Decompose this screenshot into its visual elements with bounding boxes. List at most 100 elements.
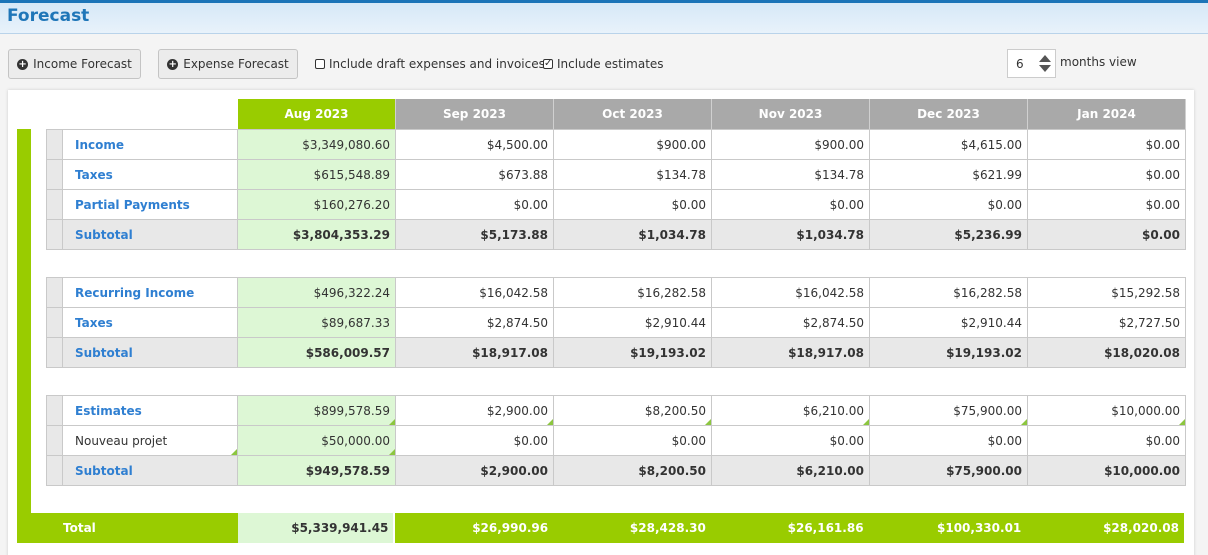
estimates-table: Estimates $899,578.59 $2,900.00 $8,200.50 $6… xyxy=(46,395,1186,486)
row-label[interactable]: Subtotal xyxy=(62,337,238,368)
value-cell: $949,578.59 xyxy=(237,455,396,486)
table-row: Nouveau projet $50,000.00 $0.00 $0.00 $0.00 $… xyxy=(46,425,1186,456)
column-header: Aug 2023 xyxy=(238,99,396,129)
drag-handle[interactable] xyxy=(46,277,63,308)
value-cell: $0.00 xyxy=(553,425,712,456)
drag-handle[interactable] xyxy=(46,307,63,338)
row-label[interactable]: Estimates xyxy=(62,395,238,426)
income-table: Income $3,349,080.60 $4,500.00 $900.00 $900.… xyxy=(46,129,1186,250)
include-drafts-checkbox[interactable]: Include draft expenses and invoices xyxy=(315,57,545,71)
months-view-label: months view xyxy=(1060,55,1137,69)
value-cell: $0.00 xyxy=(869,425,1028,456)
value-cell: $16,042.58 xyxy=(711,277,870,308)
value-cell: $0.00 xyxy=(711,425,870,456)
plus-circle-icon: + xyxy=(17,58,29,70)
value-cell: $10,000.00 xyxy=(1027,395,1186,426)
value-cell: $6,210.00 xyxy=(711,395,870,426)
value-cell: $2,900.00 xyxy=(395,395,554,426)
drag-handle[interactable] xyxy=(46,455,63,486)
value-cell: $160,276.20 xyxy=(237,189,396,220)
drag-handle[interactable] xyxy=(46,159,63,190)
checkbox-unchecked-icon[interactable] xyxy=(315,59,325,69)
drag-handle[interactable] xyxy=(46,395,63,426)
value-cell: $8,200.50 xyxy=(553,455,712,486)
subtotal-row: Subtotal $586,009.57 $18,917.08 $19,193.02 $… xyxy=(46,337,1186,368)
row-label[interactable]: Partial Payments xyxy=(62,189,238,220)
drag-handle[interactable] xyxy=(46,219,63,250)
plus-circle-icon: + xyxy=(167,58,179,70)
total-value: $100,330.01 xyxy=(937,521,1022,535)
drag-handle[interactable] xyxy=(46,189,63,220)
group-indicator-bar xyxy=(17,129,31,514)
value-cell: $18,917.08 xyxy=(395,337,554,368)
expense-forecast-button[interactable]: + Expense Forecast xyxy=(158,49,298,79)
checkbox-checked-icon[interactable]: ✓ xyxy=(543,59,553,69)
column-header: Dec 2023 xyxy=(870,99,1028,129)
column-header: Sep 2023 xyxy=(396,99,554,129)
value-cell: $75,900.00 xyxy=(869,455,1028,486)
value-cell: $0.00 xyxy=(395,425,554,456)
total-value: $26,990.96 xyxy=(472,521,549,535)
value-cell: $134.78 xyxy=(553,159,712,190)
value-cell: $5,173.88 xyxy=(395,219,554,250)
table-row: Recurring Income $496,322.24 $16,042.58 $16… xyxy=(46,277,1186,308)
value-cell: $0.00 xyxy=(395,189,554,220)
value-cell: $4,615.00 xyxy=(869,129,1028,160)
value-cell: $0.00 xyxy=(1027,159,1186,190)
value-cell: $2,874.50 xyxy=(395,307,554,338)
month-header-row: Aug 2023 Sep 2023 Oct 2023 Nov 2023 Dec … xyxy=(238,99,1186,129)
include-estimates-checkbox[interactable]: ✓ Include estimates xyxy=(543,57,664,71)
total-value: $5,339,941.45 xyxy=(237,513,396,543)
total-value: $28,020.08 xyxy=(1103,521,1179,535)
value-cell: $615,548.89 xyxy=(237,159,396,190)
months-stepper[interactable]: 6 xyxy=(1007,49,1056,78)
value-cell: $0.00 xyxy=(1027,425,1186,456)
page-title: Forecast xyxy=(7,6,90,26)
toolbar: + Income Forecast + Expense Forecast Inc… xyxy=(0,35,1208,90)
value-cell: $15,292.58 xyxy=(1027,277,1186,308)
row-label[interactable]: Subtotal xyxy=(62,455,238,486)
stepper-arrows-icon[interactable] xyxy=(1039,55,1051,73)
recurring-income-table: Recurring Income $496,322.24 $16,042.58 $16… xyxy=(46,277,1186,368)
months-value[interactable]: 6 xyxy=(1016,57,1024,71)
value-cell: $673.88 xyxy=(395,159,554,190)
drag-handle[interactable] xyxy=(46,425,63,456)
value-cell: $0.00 xyxy=(553,189,712,220)
table-row: Estimates $899,578.59 $2,900.00 $8,200.50 $6… xyxy=(46,395,1186,426)
subtotal-row: Subtotal $3,804,353.29 $5,173.88 $1,034.78 $… xyxy=(46,219,1186,250)
value-cell: $2,910.44 xyxy=(553,307,712,338)
value-cell: $0.00 xyxy=(1027,129,1186,160)
value-cell: $0.00 xyxy=(711,189,870,220)
value-cell: $5,236.99 xyxy=(869,219,1028,250)
value-cell: $1,034.78 xyxy=(711,219,870,250)
row-label[interactable]: Recurring Income xyxy=(62,277,238,308)
value-cell: $3,804,353.29 xyxy=(237,219,396,250)
row-label[interactable]: Taxes xyxy=(62,307,238,338)
value-cell: $19,193.02 xyxy=(553,337,712,368)
value-cell: $1,034.78 xyxy=(553,219,712,250)
row-label[interactable]: Income xyxy=(62,129,238,160)
value-cell: $3,349,080.60 xyxy=(237,129,396,160)
value-cell: $8,200.50 xyxy=(553,395,712,426)
value-cell: $16,042.58 xyxy=(395,277,554,308)
income-forecast-button[interactable]: + Income Forecast xyxy=(8,49,141,79)
row-label[interactable]: Taxes xyxy=(62,159,238,190)
drag-handle[interactable] xyxy=(46,129,63,160)
drag-handle[interactable] xyxy=(46,337,63,368)
total-row: Total $5,339,941.45 $26,990.96 $28,428.3… xyxy=(17,513,1184,543)
column-header: Jan 2024 xyxy=(1028,99,1186,129)
include-drafts-label: Include draft expenses and invoices xyxy=(329,57,545,71)
value-cell: $16,282.58 xyxy=(553,277,712,308)
value-cell: $0.00 xyxy=(1027,219,1186,250)
row-label[interactable]: Subtotal xyxy=(62,219,238,250)
total-value: $28,428.30 xyxy=(629,521,706,535)
value-cell: $899,578.59 xyxy=(237,395,396,426)
total-value: $26,161.86 xyxy=(787,521,864,535)
value-cell: $621.99 xyxy=(869,159,1028,190)
value-cell: $0.00 xyxy=(1027,189,1186,220)
column-header: Oct 2023 xyxy=(554,99,712,129)
value-cell: $2,727.50 xyxy=(1027,307,1186,338)
value-cell: $0.00 xyxy=(869,189,1028,220)
table-row: Taxes $89,687.33 $2,874.50 $2,910.44 $2,874.… xyxy=(46,307,1186,338)
value-cell: $2,874.50 xyxy=(711,307,870,338)
